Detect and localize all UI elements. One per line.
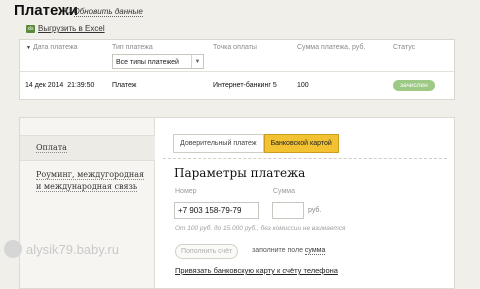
number-label: Номер — [175, 188, 197, 195]
column-header-type: Тип платежа — [112, 44, 153, 51]
column-header-date[interactable]: ▼ Дата платежа — [26, 44, 78, 51]
column-header-point: Точка оплаты — [213, 44, 257, 51]
export-excel-link[interactable]: xls Выгрузить в Excel — [26, 24, 105, 33]
watermark: alysik79.baby.ru — [4, 240, 119, 258]
top-up-button[interactable]: Пополнить счёт — [175, 244, 239, 259]
amount-hint: От 100 руб. до 15.000 руб., без комиссии… — [175, 225, 346, 232]
chevron-down-icon: ▼ — [191, 55, 203, 68]
payment-method-tabs: Доверительный платеж Банковской картой — [173, 134, 339, 153]
payment-panel: Оплата Роуминг, междугородная и междунаро… — [19, 117, 455, 289]
column-header-amount: Сумма платежа, руб. — [297, 44, 366, 51]
refresh-link[interactable]: ↻ Обновить данные — [64, 6, 143, 17]
row-date: 14 дек 2014 21:39:50 — [25, 82, 95, 89]
column-header-status: Статус — [393, 44, 416, 51]
bind-card-link[interactable]: Привязать банковскую карту к счёту телеф… — [175, 266, 338, 275]
status-badge: зачислен — [393, 80, 435, 91]
sum-field-link[interactable]: сумма — [304, 247, 326, 255]
row-type: Платеж — [112, 82, 137, 89]
nav-item-payment[interactable]: Оплата — [36, 142, 67, 154]
sum-label: Сумма — [273, 188, 295, 195]
sort-down-icon: ▼ — [26, 45, 31, 51]
payments-table: ▼ Дата платежа Тип платежа Точка оплаты С… — [19, 39, 455, 100]
refresh-label: Обновить данные — [73, 7, 143, 17]
currency-label: руб. — [308, 207, 322, 214]
watermark-logo-icon — [4, 240, 22, 258]
nav-item-roaming[interactable]: Роуминг, междугородная и международная св… — [36, 169, 145, 193]
filter-value: Все типы платежей — [116, 59, 179, 66]
tab-bank-card[interactable]: Банковской картой — [263, 134, 339, 153]
export-label: Выгрузить в Excel — [38, 24, 105, 33]
refresh-icon: ↻ — [64, 6, 72, 16]
row-amount: 100 — [297, 82, 309, 89]
section-title: Параметры платежа — [174, 166, 306, 180]
row-point: Интернет-банкинг 5 — [213, 82, 277, 89]
payment-type-filter[interactable]: Все типы платежей ▼ — [112, 54, 204, 69]
phone-number-input[interactable]: +7 903 158-79-79 — [174, 202, 259, 219]
excel-icon: xls — [26, 24, 35, 33]
sum-input[interactable] — [272, 202, 304, 219]
tab-trust-payment[interactable]: Доверительный платеж — [173, 134, 264, 153]
fill-note: заполните поле сумма — [252, 247, 326, 255]
